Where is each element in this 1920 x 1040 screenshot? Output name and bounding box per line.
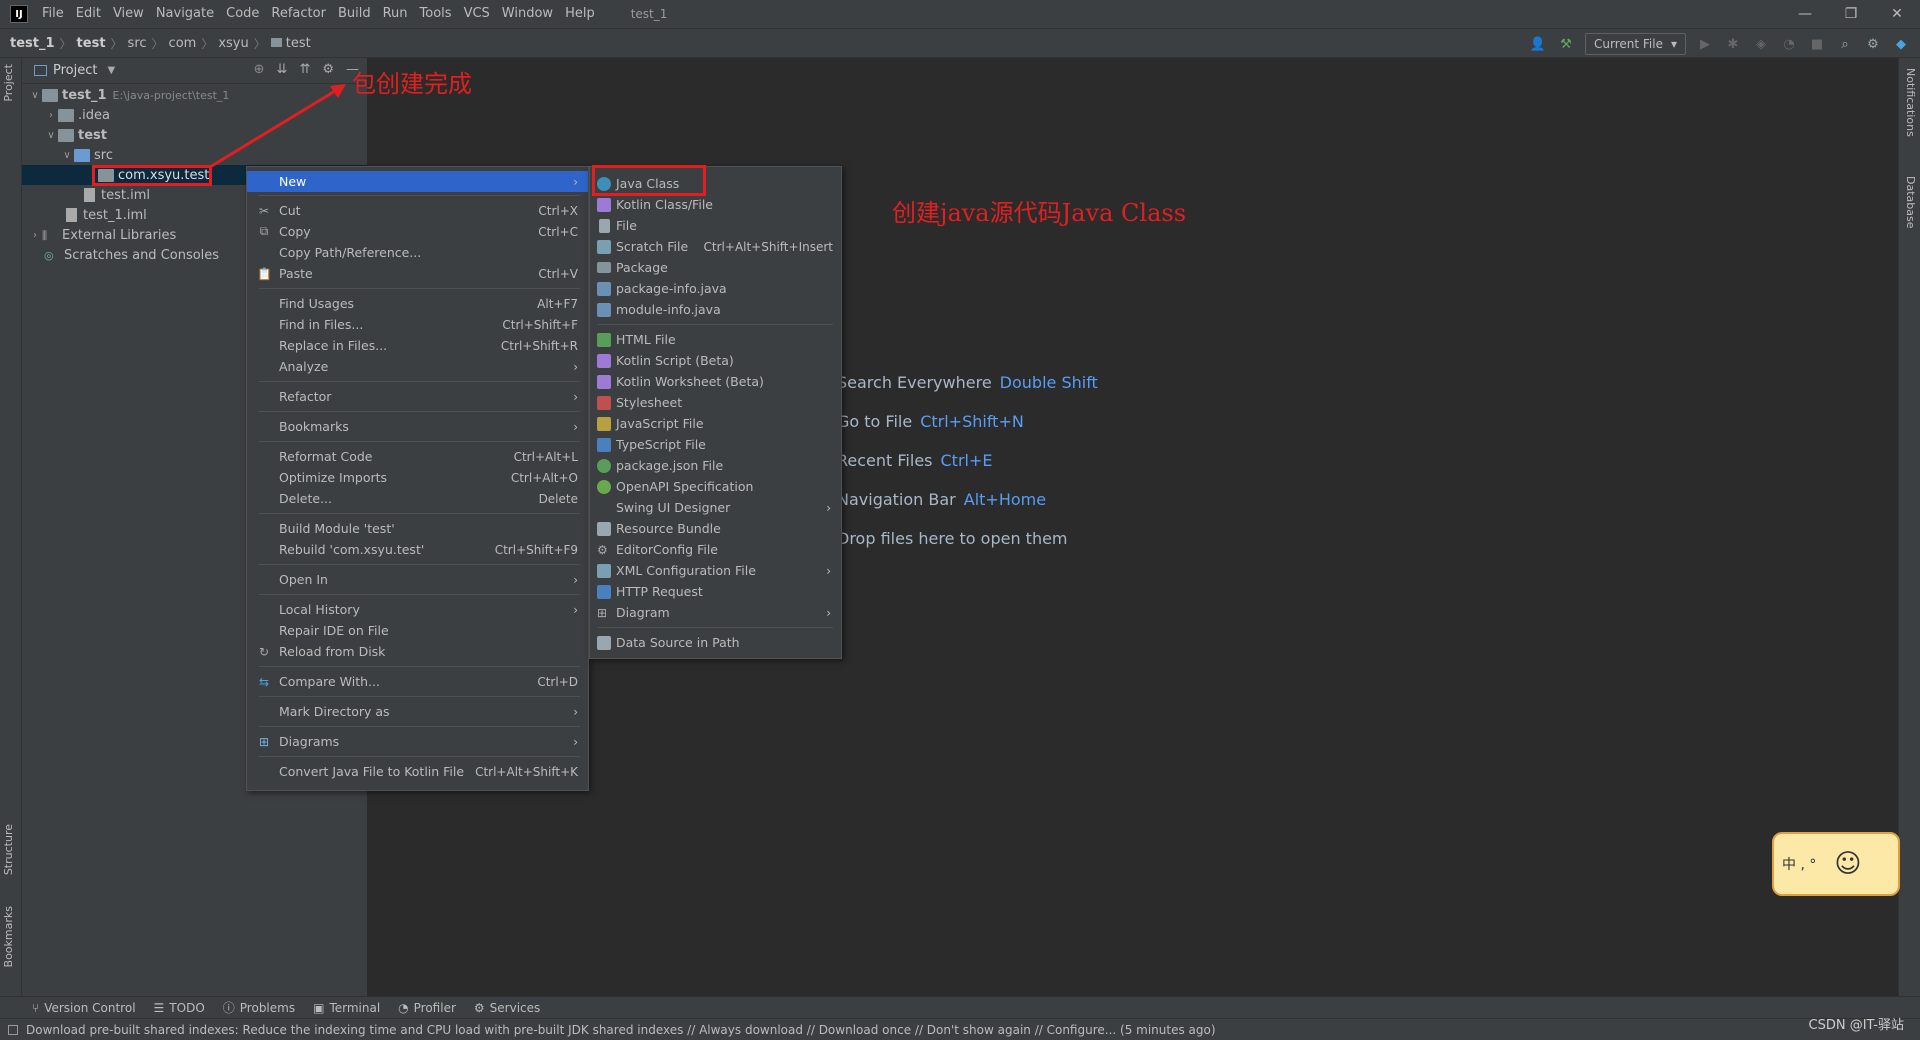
- info-icon: ⓘ: [222, 1001, 235, 1015]
- ime-sticker: 中 , ° ☺: [1772, 832, 1900, 896]
- status-bar: Download pre-built shared indexes: Reduc…: [0, 1018, 1920, 1040]
- tool-tab-label: Version Control: [44, 1000, 136, 1015]
- tool-tab-profiler[interactable]: ◔ Profiler: [398, 1001, 456, 1015]
- status-message[interactable]: Download pre-built shared indexes: Reduc…: [26, 1023, 1216, 1037]
- profiler-icon: ◔: [398, 1000, 409, 1015]
- tool-tab-terminal[interactable]: ▣ Terminal: [313, 1001, 380, 1015]
- tool-tab-label: TODO: [169, 1000, 205, 1015]
- tool-window-bar: ⑂ Version Control ☰ TODO ⓘ Problems ▣ Termin…: [0, 996, 1920, 1018]
- annotation-package-created: 包创建完成: [352, 70, 472, 98]
- tool-tab-label: Problems: [239, 1000, 296, 1015]
- branch-icon: ⑂: [32, 1000, 40, 1015]
- mascot-icon: ☺: [1834, 849, 1862, 879]
- tool-tab-version-control[interactable]: ⑂ Version Control: [32, 1001, 136, 1015]
- watermark: CSDN @IT-驿站: [1808, 1018, 1904, 1033]
- status-square-icon[interactable]: [8, 1024, 18, 1035]
- tool-tab-label: Services: [489, 1000, 541, 1015]
- terminal-icon: ▣: [313, 1000, 325, 1015]
- annotation-arrow-line: [209, 86, 341, 169]
- tool-tab-todo[interactable]: ☰ TODO: [154, 1001, 205, 1015]
- tool-tab-label: Profiler: [413, 1000, 456, 1015]
- annotation-arrow-layer: [209, 84, 346, 169]
- services-icon: ⚙: [473, 1000, 485, 1015]
- tool-tab-services[interactable]: ⚙ Services: [474, 1001, 540, 1015]
- tool-tab-problems[interactable]: ⓘ Problems: [223, 999, 295, 1016]
- ime-sticker-label: 中 , °: [1782, 857, 1817, 873]
- tool-tab-label: Terminal: [329, 1000, 381, 1015]
- annotation-create-java-class: 创建java源代码Java Class: [892, 199, 1187, 227]
- list-icon: ☰: [153, 1000, 165, 1015]
